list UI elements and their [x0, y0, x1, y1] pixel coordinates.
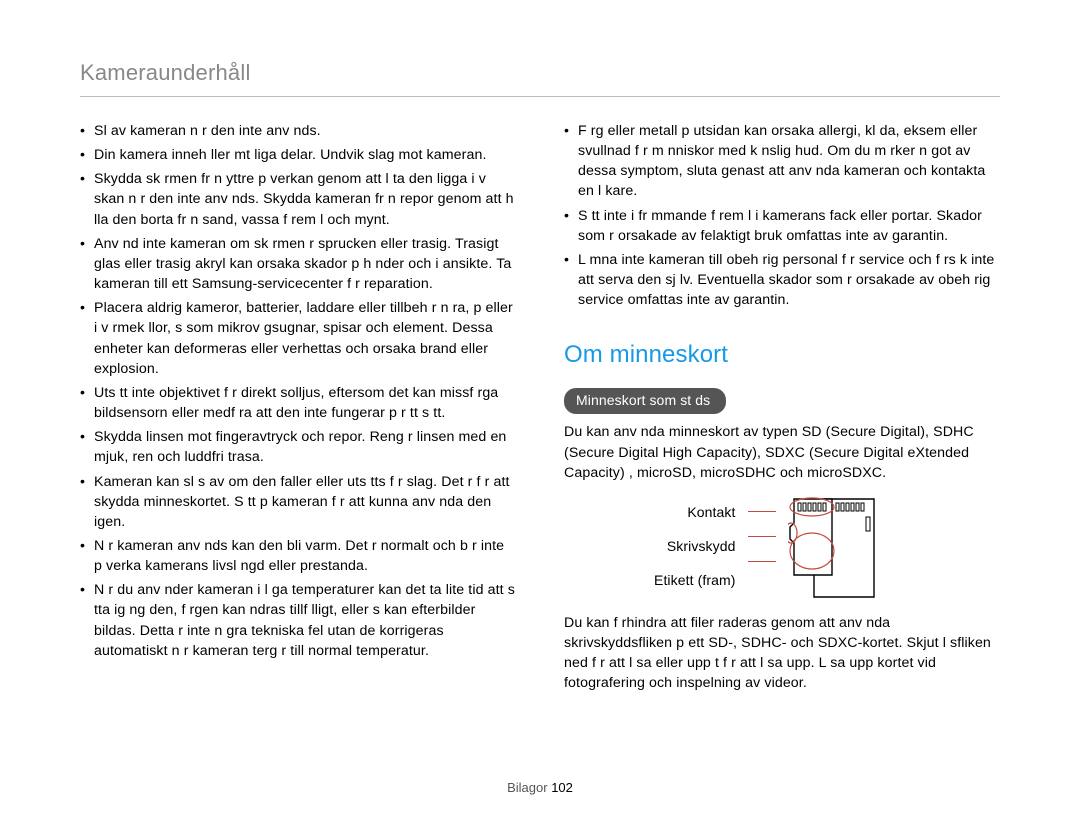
page-title: Kameraunderhåll: [80, 60, 1000, 86]
list-item: Skydda linsen mot fingeravtryck och repo…: [80, 427, 516, 467]
list-item: Kameran kan sl s av om den faller eller …: [80, 472, 516, 532]
supported-cards-pill: Minneskort som st ds: [564, 388, 726, 414]
sd-card-diagram: Kontakt Skrivskydd Etikett (fram): [564, 497, 1000, 601]
footer-page-number: 102: [551, 780, 573, 795]
list-item: Din kamera inneh ller mt liga delar. Und…: [80, 145, 516, 165]
title-rule: [80, 96, 1000, 97]
page-footer: Bilagor 102: [0, 780, 1080, 795]
list-item: Uts tt inte objektivet f r direkt sollju…: [80, 383, 516, 423]
footer-section-label: Bilagor: [507, 780, 547, 795]
list-item: N r du anv nder kameran i l ga temperatu…: [80, 580, 516, 661]
sd-label-front: Etikett (fram): [654, 571, 736, 591]
memory-card-heading: Om minneskort: [564, 338, 1000, 372]
list-item: F rg eller metall p utsidan kan orsaka a…: [564, 121, 1000, 202]
list-item: Placera aldrig kameror, batterier, ladda…: [80, 298, 516, 379]
sd-card-icon: [788, 497, 878, 601]
memory-paragraph-1: Du kan anv nda minneskort av typen SD (S…: [564, 422, 1000, 482]
list-item: L mna inte kameran till obeh rig persona…: [564, 250, 1000, 310]
list-item: N r kameran anv nds kan den bli varm. De…: [80, 536, 516, 576]
sd-label-contact: Kontakt: [654, 503, 736, 523]
sd-connector-lines: [748, 497, 776, 562]
right-column: F rg eller metall p utsidan kan orsaka a…: [564, 121, 1000, 693]
memory-paragraph-2: Du kan f rhindra att filer raderas genom…: [564, 613, 1000, 694]
list-item: S tt inte i fr mmande f rem l i kamerans…: [564, 206, 1000, 246]
right-bullet-list-top: F rg eller metall p utsidan kan orsaka a…: [564, 121, 1000, 310]
left-column: Sl av kameran n r den inte anv nds. Din …: [80, 121, 516, 693]
list-item: Anv nd inte kameran om sk rmen r sprucke…: [80, 234, 516, 294]
two-column-layout: Sl av kameran n r den inte anv nds. Din …: [80, 121, 1000, 693]
sd-label-write-protect: Skrivskydd: [654, 537, 736, 557]
list-item: Sl av kameran n r den inte anv nds.: [80, 121, 516, 141]
left-bullet-list: Sl av kameran n r den inte anv nds. Din …: [80, 121, 516, 661]
list-item: Skydda sk rmen fr n yttre p verkan genom…: [80, 169, 516, 229]
